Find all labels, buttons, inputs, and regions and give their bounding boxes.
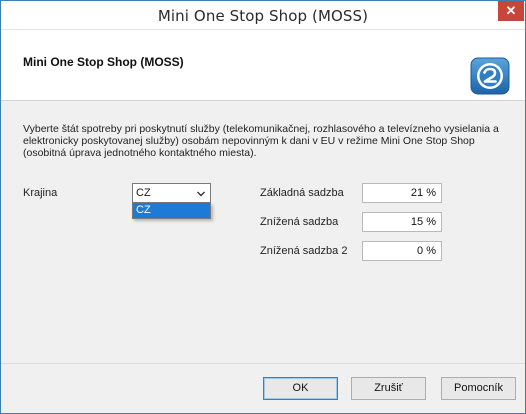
- help-button[interactable]: Pomocník: [441, 377, 516, 400]
- header-title: Mini One Stop Shop (MOSS): [23, 55, 184, 69]
- close-button[interactable]: ✕: [498, 1, 524, 21]
- description-text: Vyberte štát spotreby pri poskytnutí slu…: [23, 123, 499, 159]
- window-title: Mini One Stop Shop (MOSS): [157, 7, 369, 25]
- country-label: Krajina: [23, 187, 58, 199]
- reduced-rate-2-field[interactable]: 0 %: [362, 241, 442, 261]
- country-option-cz[interactable]: CZ: [133, 203, 210, 218]
- basic-rate-field[interactable]: 21 %: [362, 183, 442, 203]
- title-bar[interactable]: Mini One Stop Shop (MOSS) ✕: [1, 1, 525, 30]
- country-select[interactable]: CZ: [132, 183, 211, 203]
- reduced-rate-field[interactable]: 15 %: [362, 212, 442, 232]
- chevron-down-icon: [197, 191, 205, 197]
- reduced-rate-label: Znížená sadzba: [260, 216, 339, 228]
- reduced-rate-2-label: Znížená sadzba 2: [260, 245, 348, 257]
- dialog-header: Mini One Stop Shop (MOSS): [1, 30, 525, 101]
- country-dropdown-list: CZ: [132, 203, 211, 219]
- logo-icon: [470, 57, 510, 95]
- country-select-value: CZ: [136, 187, 151, 199]
- ok-button[interactable]: OK: [263, 377, 338, 400]
- cancel-button[interactable]: Zrušiť: [351, 377, 426, 400]
- basic-rate-label: Základná sadzba: [260, 187, 344, 199]
- close-icon: ✕: [505, 3, 517, 18]
- dialog-window: Mini One Stop Shop (MOSS) ✕ Mini One Sto…: [0, 0, 526, 414]
